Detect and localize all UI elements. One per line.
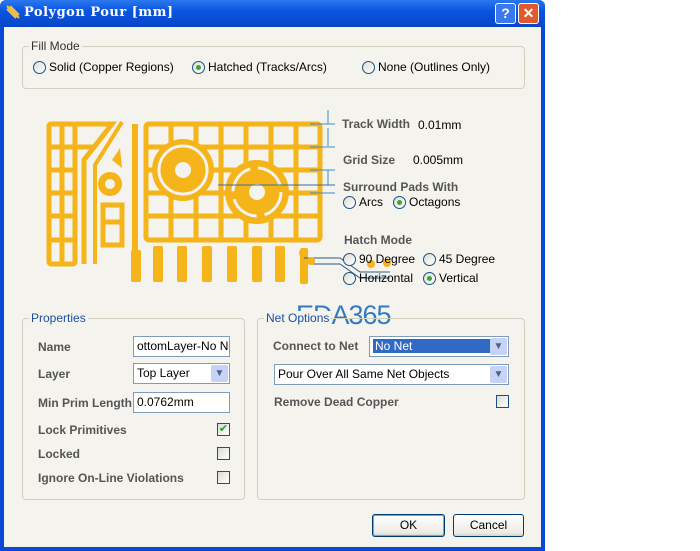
radio-circle (343, 252, 356, 266)
radio-label: Arcs (359, 195, 383, 209)
connect-to-net-label: Connect to Net (273, 339, 359, 353)
hatch-horizontal-radio[interactable]: Horizontal (343, 271, 413, 285)
net-options-group: Net Options Connect to Net No Net ▼ Pour … (257, 311, 525, 500)
hatch-vertical-radio[interactable]: Vertical (423, 271, 478, 285)
properties-group: Properties Name ottomLayer-No Net Layer … (22, 311, 245, 500)
layer-select[interactable]: Top Layer ▼ (133, 363, 230, 384)
radio-label: Vertical (439, 271, 479, 285)
chevron-down-icon[interactable]: ▼ (490, 366, 507, 383)
pour-over-value: Pour Over All Same Net Objects (278, 367, 450, 381)
radio-circle (343, 271, 356, 285)
layer-value: Top Layer (137, 366, 190, 380)
locked-label: Locked (38, 447, 81, 461)
surround-arcs-radio[interactable]: Arcs (343, 195, 383, 209)
radio-circle (423, 271, 436, 285)
min-prim-length-input[interactable]: 0.0762mm (133, 392, 230, 413)
track-width-value: 0.01mm (418, 118, 462, 132)
chevron-down-icon[interactable]: ▼ (211, 365, 228, 382)
radio-label: Horizontal (359, 271, 414, 285)
properties-label: Properties (29, 311, 88, 325)
track-width-label: Track Width (342, 117, 410, 131)
layer-label: Layer (38, 367, 71, 381)
surround-octagons-radio[interactable]: Octagons (393, 195, 460, 209)
net-options-label: Net Options (264, 311, 332, 325)
name-label: Name (38, 340, 71, 354)
radio-label: 90 Degree (359, 252, 416, 266)
dialog-body: Fill Mode Solid (Copper Regions) Hatched… (4, 27, 541, 547)
lock-primitives-label: Lock Primitives (38, 423, 127, 437)
radio-circle (423, 252, 436, 266)
ignore-violations-label: Ignore On-Line Violations (38, 471, 184, 485)
ignore-violations-checkbox[interactable] (217, 471, 230, 484)
grid-size-value: 0.005mm (413, 153, 464, 167)
name-input[interactable]: ottomLayer-No Net (133, 336, 230, 357)
radio-circle (393, 195, 406, 209)
hatch-45-radio[interactable]: 45 Degree (423, 252, 495, 266)
surround-pads-label: Surround Pads With (343, 180, 459, 194)
pour-over-select[interactable]: Pour Over All Same Net Objects ▼ (274, 364, 509, 385)
chevron-down-icon[interactable]: ▼ (490, 338, 507, 355)
locked-checkbox[interactable] (217, 447, 230, 460)
hatch-90-radio[interactable]: 90 Degree (343, 252, 415, 266)
ok-button[interactable]: OK (372, 514, 445, 537)
lock-primitives-checkbox[interactable]: ✔ (217, 423, 230, 436)
min-prim-length-label: Min Prim Length (38, 396, 132, 410)
radio-label: Octagons (409, 195, 461, 209)
remove-dead-copper-checkbox[interactable] (496, 395, 509, 408)
remove-dead-copper-label: Remove Dead Copper (274, 395, 399, 409)
cancel-button[interactable]: Cancel (453, 514, 524, 537)
grid-size-label: Grid Size (343, 153, 396, 167)
radio-label: 45 Degree (439, 252, 496, 266)
radio-circle (343, 195, 356, 209)
dialog-window: Polygon Pour [mm] ? ✕ Fill Mode Solid (C… (0, 0, 545, 551)
connect-to-net-value: No Net (373, 339, 491, 353)
pads (98, 139, 308, 284)
connect-to-net-select[interactable]: No Net ▼ (369, 336, 509, 357)
hatch-mode-label: Hatch Mode (344, 233, 413, 247)
